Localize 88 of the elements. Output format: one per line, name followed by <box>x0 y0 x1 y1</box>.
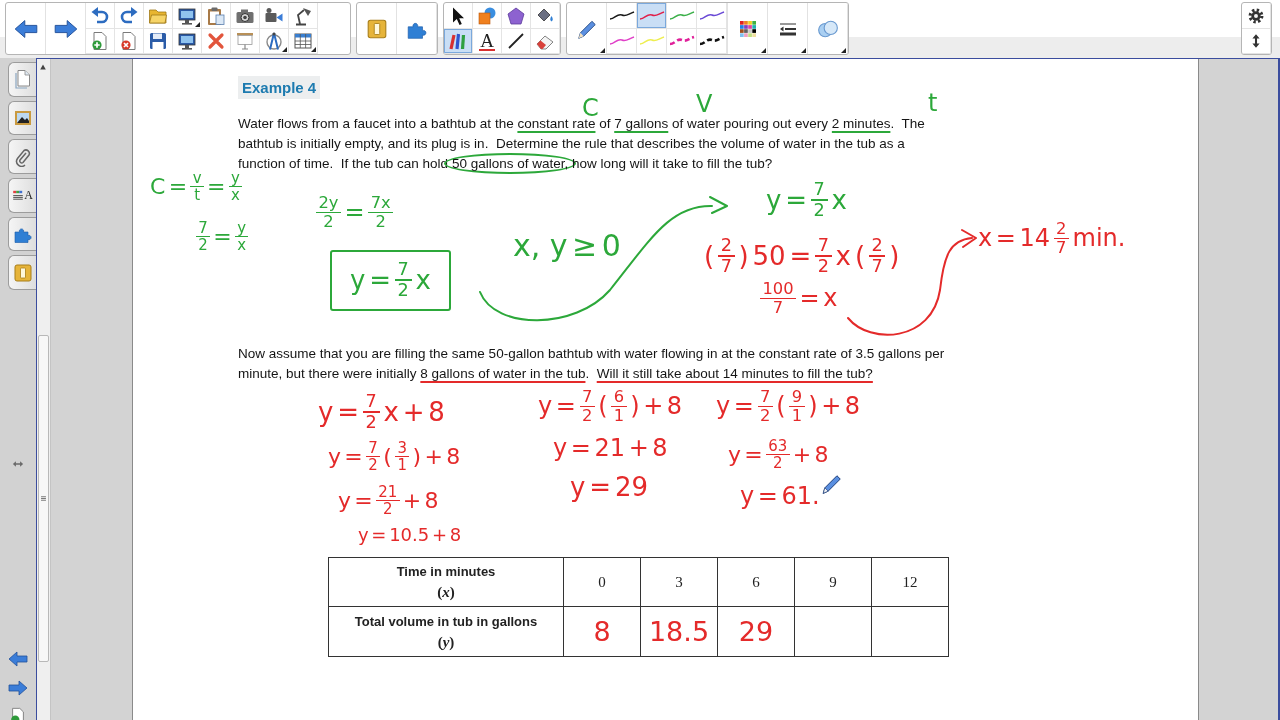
screen-button[interactable] <box>173 29 202 54</box>
dropdown-arrow-icon <box>841 48 846 53</box>
table-row-header: Time in minutes (x) <box>328 557 564 607</box>
handwritten-table-cell: 29 <box>717 606 795 657</box>
next-page-button[interactable] <box>6 678 30 699</box>
dropdown-arrow-icon <box>311 47 316 52</box>
delete-page-icon <box>119 31 139 51</box>
dropdown-arrow-icon <box>600 48 605 53</box>
measurement-button[interactable] <box>260 29 289 54</box>
scroll-up-arrow-icon <box>39 63 47 71</box>
scrollbar-thumb[interactable] <box>38 335 49 662</box>
table-cell: 3 <box>640 557 718 607</box>
new-page-icon <box>9 707 27 720</box>
shapes-icon <box>477 5 497 26</box>
pens-icon <box>448 31 468 51</box>
monitor-icon <box>177 5 197 26</box>
redo-button[interactable] <box>115 3 144 29</box>
dropdown-arrow-icon <box>761 48 766 53</box>
paste-button[interactable] <box>202 3 231 29</box>
properties-tab[interactable]: A <box>8 178 36 213</box>
problem-text: Now assume that you are filling the same 50-gallon bathtub with water flowing in at the constant rate of 3.5 gallons per minute, but there were initially 8 gallons of water in the tub. Will it still take about 14 minutes to fill the tub? <box>238 345 945 383</box>
dropdown-arrow-icon <box>282 47 287 52</box>
table-button[interactable] <box>289 29 318 54</box>
toolkit-tab[interactable] <box>8 255 36 291</box>
recorder-button[interactable] <box>260 3 289 29</box>
forward-arrow-icon <box>6 678 30 699</box>
fill-tool-button[interactable] <box>531 3 560 29</box>
color-palette-icon <box>737 18 758 39</box>
redo-icon <box>119 5 139 26</box>
settings-icon <box>1247 6 1265 25</box>
tile-icon <box>12 262 33 283</box>
back-arrow-icon <box>6 649 30 670</box>
pages-icon <box>12 69 33 90</box>
pen-cursor-icon <box>821 473 843 495</box>
save-button[interactable] <box>144 29 173 54</box>
picture-icon <box>12 108 33 128</box>
document-camera-button[interactable] <box>289 3 318 29</box>
undo-button[interactable] <box>86 3 115 29</box>
handwritten-math: x, y≥0 <box>513 230 621 262</box>
tile-icon <box>365 17 388 40</box>
table-row-header: Total volume in tub in gallons (y) <box>328 606 564 657</box>
text-tool-button[interactable]: A <box>473 29 502 54</box>
new-page-icon <box>90 31 110 51</box>
delete-button[interactable] <box>202 29 231 54</box>
save-icon <box>148 31 168 51</box>
monitor-icon <box>177 31 197 51</box>
display-button[interactable] <box>173 3 202 29</box>
scrollbar[interactable] <box>37 59 51 720</box>
add-page-button[interactable] <box>86 29 115 54</box>
settings-button[interactable] <box>1242 3 1271 29</box>
handwritten-math: y=10.5+8 <box>358 526 462 545</box>
polygon-tool-button[interactable] <box>502 3 531 29</box>
line-icon <box>506 31 526 51</box>
add-ons-tab[interactable] <box>8 216 36 252</box>
grip-icon <box>40 495 47 502</box>
board-icon <box>235 31 255 51</box>
attachments-tab[interactable] <box>8 139 36 174</box>
line-tool-button[interactable] <box>502 29 531 54</box>
handwritten-math: y=29 <box>570 474 649 502</box>
pens-tool-button[interactable] <box>444 29 473 54</box>
handwritten-math: y=61. <box>740 484 820 510</box>
move-toolbar-button[interactable] <box>1242 29 1271 54</box>
eraser-tool-button[interactable] <box>531 29 560 54</box>
previous-page-button[interactable] <box>6 649 30 670</box>
handwritten-math: V <box>696 92 713 118</box>
table-icon <box>293 31 313 51</box>
compass-icon <box>264 31 284 51</box>
lamp-icon <box>293 5 313 26</box>
gallery-tab[interactable] <box>8 100 36 136</box>
clipboard-icon <box>206 5 226 26</box>
handwritten-table-cell: 18.5 <box>640 606 718 657</box>
handwritten-math: y=21+8 <box>553 436 668 462</box>
dropdown-arrow-icon <box>801 48 806 53</box>
table-cell: 6 <box>717 557 795 607</box>
screen-capture-button[interactable] <box>231 3 260 29</box>
delete-icon <box>206 31 226 51</box>
pentagon-icon <box>506 5 526 26</box>
undo-icon <box>90 5 110 26</box>
dropdown-arrow-icon <box>195 22 200 27</box>
handwritten-math: t <box>928 91 938 117</box>
handwritten-table-cell: 8 <box>563 606 641 657</box>
delete-page-button[interactable] <box>115 29 144 54</box>
add-page-button[interactable] <box>9 707 27 720</box>
table-cell: 12 <box>871 557 949 607</box>
example-heading: Example 4 <box>238 76 321 99</box>
table-cell: 0 <box>563 557 641 607</box>
pen-style-button[interactable] <box>697 29 727 54</box>
table-cell: 9 <box>794 557 872 607</box>
